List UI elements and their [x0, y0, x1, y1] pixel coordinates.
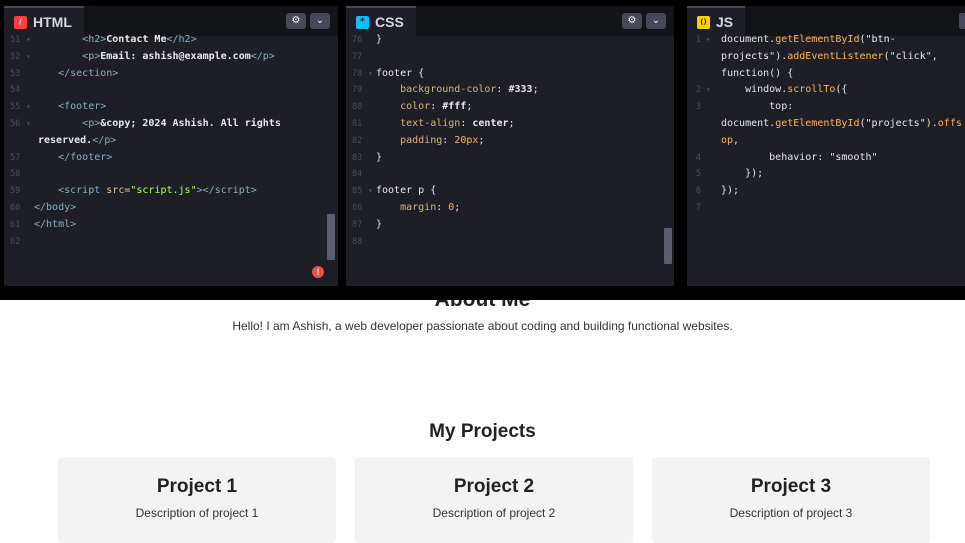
js-code-area[interactable]: 1 ▾ document.getElementById("btn- project… — [687, 32, 965, 286]
line-number: 82 — [352, 135, 363, 146]
code-text: 20px — [454, 134, 479, 146]
project-card: Project 2 Description of project 2 — [355, 457, 633, 543]
preview-pane: About Me Hello! I am Ashish, a web devel… — [0, 300, 965, 543]
code-text: center — [472, 117, 509, 129]
line-number: 87 — [352, 219, 363, 230]
html-editor-panel[interactable]: / HTML ⚙ ⌄ 51 ▾ <h2>Contact Me</h2> 52 ▾ <… — [4, 6, 338, 286]
html-tab-label: HTML — [33, 14, 72, 30]
line-number: 76 — [352, 35, 363, 45]
code-text: offs — [937, 117, 962, 129]
js-tab-label: JS — [716, 14, 734, 30]
line-number: 3 — [695, 102, 701, 113]
code-text: &copy; 2024 Ashish. All rights — [100, 117, 281, 129]
line-number: 56 — [10, 118, 21, 129]
code-text: text-align — [400, 117, 461, 129]
css-collapse-chevron-icon[interactable]: ⌄ — [646, 13, 666, 29]
js-editor-panel[interactable]: () JS 1 ▾ document.getElementById("btn- p… — [687, 6, 965, 286]
code-text: padding — [400, 134, 443, 146]
code-text: projects" — [721, 50, 776, 62]
about-text: Hello! I am Ashish, a web developer pass… — [232, 319, 733, 333]
project-title: Project 1 — [156, 476, 238, 497]
code-text: Email: ashish@example.com — [100, 50, 251, 62]
html-settings-gear-icon[interactable]: ⚙ — [286, 13, 306, 29]
css-code-area[interactable]: 76} 77 78 ▾ footer { 79 background-color: … — [346, 32, 674, 286]
code-text: footer — [376, 67, 413, 79]
line-number: 61 — [10, 219, 21, 230]
html-scrollbar[interactable] — [327, 214, 335, 260]
line-number: 51 — [10, 35, 21, 45]
line-number: 78 — [352, 68, 363, 79]
line-number: 81 — [352, 118, 363, 129]
js-settings-button[interactable] — [959, 13, 965, 29]
code-text: 0 — [448, 201, 455, 213]
code-text: #fff — [442, 101, 467, 113]
code-text: "btn- — [865, 34, 896, 45]
line-number: 60 — [10, 202, 21, 213]
code-text: "smooth" — [829, 151, 878, 163]
code-text: footer p — [376, 185, 425, 197]
code-text: margin — [400, 201, 437, 213]
line-number: 55 — [10, 102, 21, 113]
code-text: "click" — [889, 50, 932, 62]
project-description: Description of project 2 — [432, 506, 556, 520]
line-number: 54 — [10, 85, 21, 96]
line-number: 1 — [695, 35, 701, 45]
line-number: 57 — [10, 152, 21, 163]
project-description: Description of project 3 — [729, 506, 853, 520]
about-heading: About Me — [0, 300, 965, 312]
code-text: #333 — [508, 84, 533, 96]
line-number: 84 — [352, 169, 363, 180]
code-text: op — [721, 134, 734, 146]
code-text: background-color — [400, 84, 497, 96]
css-editor-panel[interactable]: * CSS ⚙ ⌄ 76} 77 78 ▾ footer { 79 backgrou… — [346, 6, 674, 286]
project-card: Project 3 Description of project 3 — [652, 457, 930, 543]
code-text: color — [400, 101, 431, 113]
projects-heading: My Projects — [429, 421, 536, 442]
line-number: 62 — [10, 236, 21, 247]
line-number: 4 — [695, 152, 701, 163]
line-number: 83 — [352, 152, 363, 163]
line-number: 53 — [10, 68, 21, 79]
line-number: 6 — [695, 186, 701, 197]
line-number: 52 — [10, 51, 21, 62]
html-logo-icon: / — [14, 15, 27, 29]
project-title: Project 2 — [453, 476, 535, 497]
project-card: Project 1 Description of project 1 — [58, 457, 336, 543]
code-text: reserved. — [38, 134, 93, 146]
css-logo-icon: * — [356, 15, 369, 29]
code-text: Contact Me — [106, 34, 167, 45]
error-icon[interactable]: ! — [312, 266, 324, 278]
line-number: 7 — [695, 202, 701, 213]
line-number: 2 — [695, 85, 701, 96]
line-number: 5 — [695, 169, 701, 180]
css-settings-gear-icon[interactable]: ⚙ — [622, 13, 642, 29]
line-number: 80 — [352, 102, 363, 113]
project-title: Project 3 — [750, 476, 832, 497]
project-description: Description of project 1 — [135, 506, 259, 520]
line-number: 77 — [352, 51, 363, 62]
line-number: 86 — [352, 202, 363, 213]
css-tab-label: CSS — [375, 14, 404, 30]
code-text: "projects" — [865, 117, 926, 129]
code-editors: / HTML ⚙ ⌄ 51 ▾ <h2>Contact Me</h2> 52 ▾ <… — [0, 0, 965, 300]
line-number: 85 — [352, 186, 363, 197]
code-text: "script.js" — [130, 185, 197, 197]
css-scrollbar[interactable] — [664, 228, 672, 264]
line-number: 88 — [352, 236, 363, 247]
html-code-area[interactable]: 51 ▾ <h2>Contact Me</h2> 52 ▾ <p>Email: as… — [4, 32, 338, 286]
js-logo-icon: () — [697, 15, 710, 29]
html-collapse-chevron-icon[interactable]: ⌄ — [310, 13, 330, 29]
line-number: 59 — [10, 186, 21, 197]
line-number: 79 — [352, 85, 363, 96]
line-number: 58 — [10, 169, 21, 180]
